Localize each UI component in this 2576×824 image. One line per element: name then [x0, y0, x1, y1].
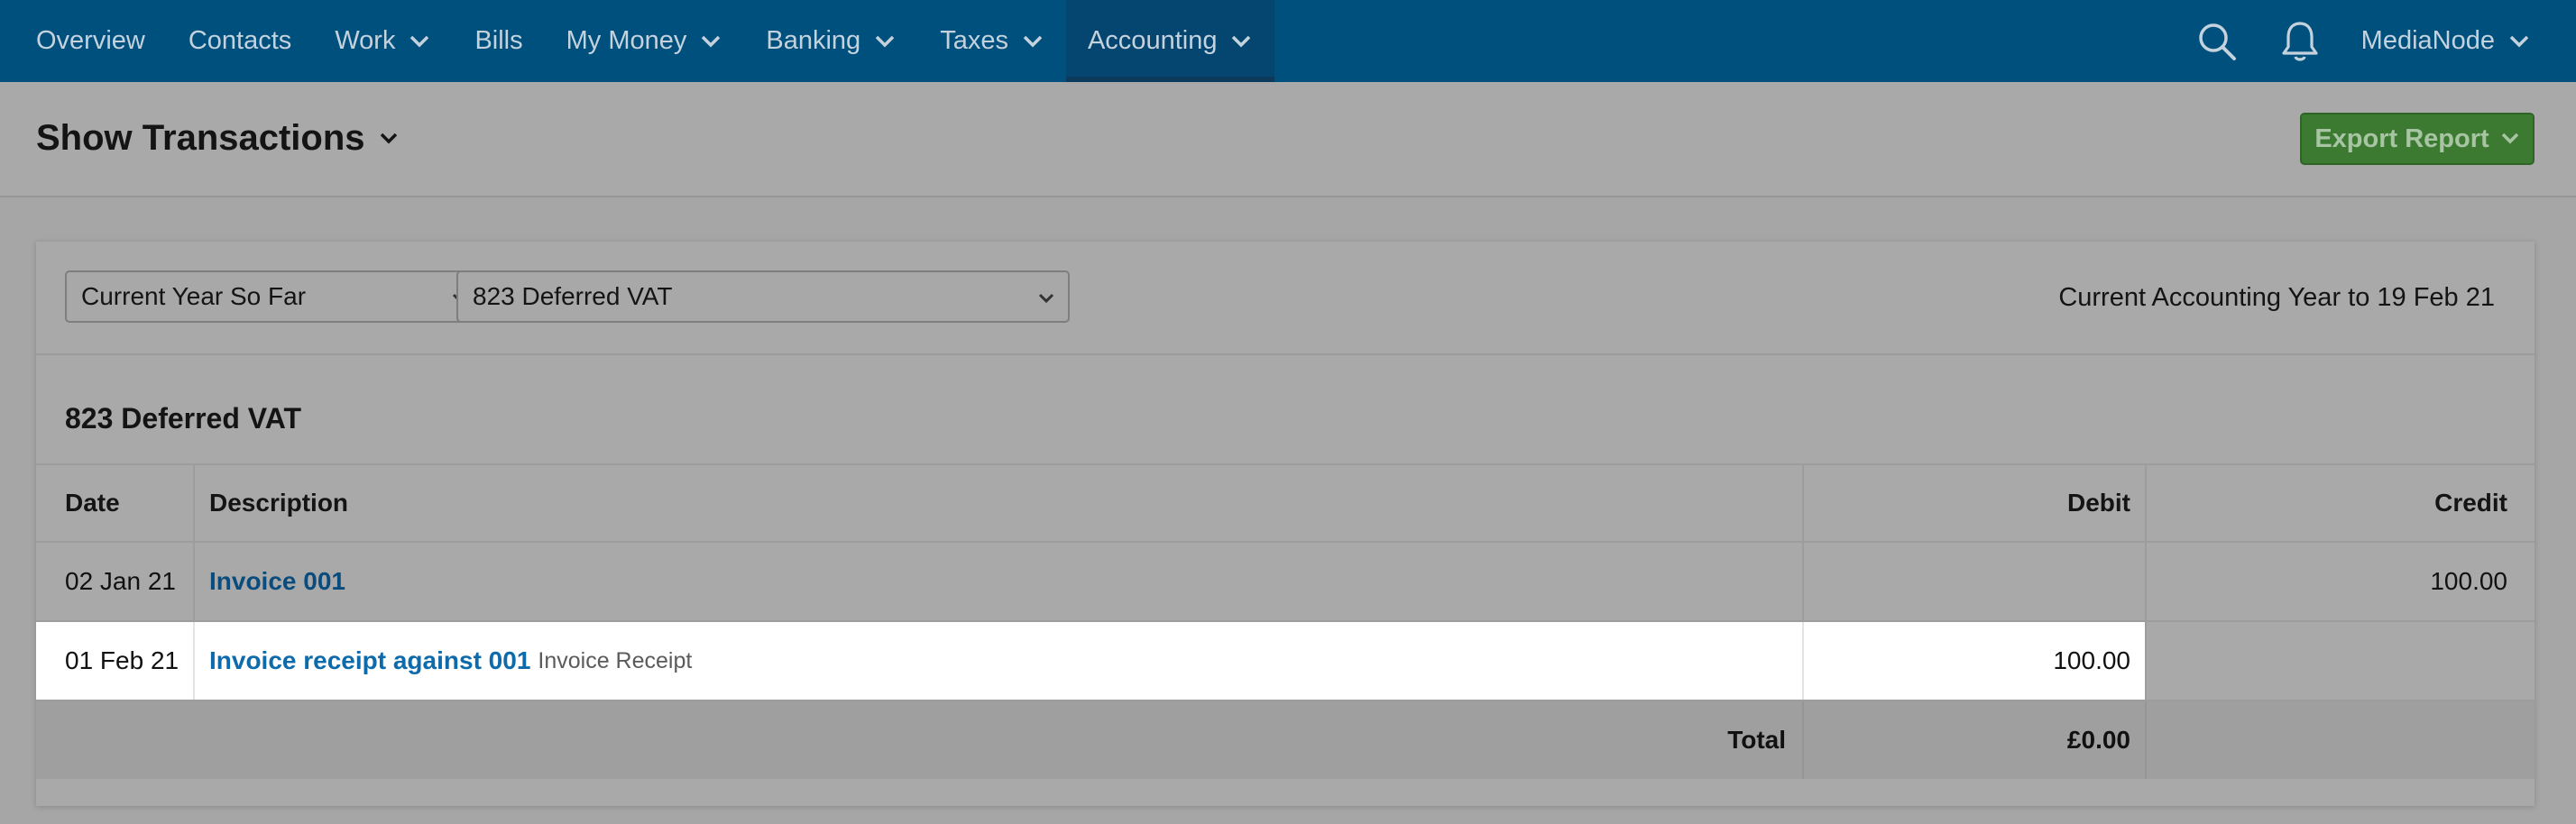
export-report-button[interactable]: Export Report [2300, 113, 2535, 165]
top-navigation: Overview Contacts Work Bills My Money Ba… [0, 0, 2576, 82]
account-name: MediaNode [2360, 26, 2495, 55]
page-header: Show Transactions Export Report [0, 82, 2576, 197]
chevron-down-icon [380, 133, 397, 143]
nav-right-group: MediaNode [2195, 0, 2576, 82]
nav-item-label: Overview [36, 26, 145, 55]
nav-item-label: Banking [766, 26, 861, 55]
nav-item-contacts[interactable]: Contacts [167, 0, 313, 82]
row-date: 02 Jan 21 [36, 543, 195, 620]
row-credit [2147, 622, 2535, 700]
transaction-link[interactable]: Invoice receipt against 001 [209, 646, 530, 675]
column-header-credit: Credit [2434, 489, 2507, 517]
account-select[interactable]: 823 Deferred VAT [456, 270, 1070, 323]
table-row: 01 Feb 21 Invoice receipt against 001 In… [36, 622, 2535, 701]
row-description: Invoice receipt against 001 Invoice Rece… [195, 622, 1804, 700]
total-value: £0.00 [1804, 701, 2147, 779]
table-row: 02 Jan 21 Invoice 001 100.00 [36, 543, 2535, 622]
table-header-row: Date Description Debit Credit [36, 463, 2535, 543]
export-report-label: Export Report [2314, 124, 2489, 153]
nav-item-label: Taxes [940, 26, 1008, 55]
nav-item-bills[interactable]: Bills [453, 0, 544, 82]
chevron-down-icon [702, 35, 721, 47]
account-menu[interactable]: MediaNode [2361, 26, 2531, 56]
bell-icon[interactable] [2278, 20, 2322, 63]
nav-item-taxes[interactable]: Taxes [918, 0, 1066, 82]
search-icon[interactable] [2195, 20, 2239, 63]
account-heading: 823 Deferred VAT [65, 402, 302, 435]
filter-bar: Current Year So Far 823 Deferred VAT Cur… [36, 242, 2535, 355]
row-debit: 100.00 [1804, 622, 2147, 700]
nav-item-label: Work [335, 26, 396, 55]
report-panel: Current Year So Far 823 Deferred VAT Cur… [36, 242, 2535, 806]
transaction-type: Invoice Receipt [538, 647, 693, 673]
row-date: 01 Feb 21 [36, 622, 195, 700]
account-select-value: 823 Deferred VAT [473, 282, 673, 310]
period-select[interactable]: Current Year So Far [65, 270, 483, 323]
row-debit [1804, 543, 2147, 620]
chevron-down-icon [1023, 35, 1043, 47]
transactions-table: Date Description Debit Credit 02 Jan 21 … [36, 463, 2535, 779]
chevron-down-icon [1232, 35, 1251, 47]
chevron-down-icon [410, 35, 429, 47]
nav-item-overview[interactable]: Overview [0, 0, 167, 82]
chevron-down-icon [2509, 35, 2529, 47]
nav-item-label: Bills [474, 26, 523, 55]
nav-item-accounting[interactable]: Accounting [1065, 0, 1275, 82]
page-title: Show Transactions [36, 118, 365, 158]
column-header-date: Date [36, 465, 195, 541]
chevron-down-icon [875, 35, 895, 47]
nav-item-label: Accounting [1087, 26, 1218, 55]
transaction-link[interactable]: Invoice 001 [209, 567, 345, 596]
nav-item-banking[interactable]: Banking [744, 0, 918, 82]
row-description: Invoice 001 [195, 543, 1804, 620]
period-label: Current Accounting Year to 19 Feb 21 [2058, 283, 2495, 312]
nav-item-label: Contacts [188, 26, 292, 55]
table-total-row: Total £0.00 [36, 701, 2535, 779]
column-header-debit: Debit [1804, 465, 2147, 541]
page-title-dropdown[interactable]: Show Transactions [36, 118, 400, 159]
row-credit: 100.00 [2430, 567, 2507, 595]
total-label: Total [195, 701, 1804, 779]
period-select-value: Current Year So Far [81, 282, 307, 310]
chevron-down-icon [1038, 293, 1054, 304]
chevron-down-icon [2501, 133, 2518, 144]
column-header-description: Description [195, 465, 1804, 541]
nav-item-work[interactable]: Work [313, 0, 453, 82]
nav-item-my-money[interactable]: My Money [545, 0, 745, 82]
nav-item-label: My Money [566, 26, 687, 55]
